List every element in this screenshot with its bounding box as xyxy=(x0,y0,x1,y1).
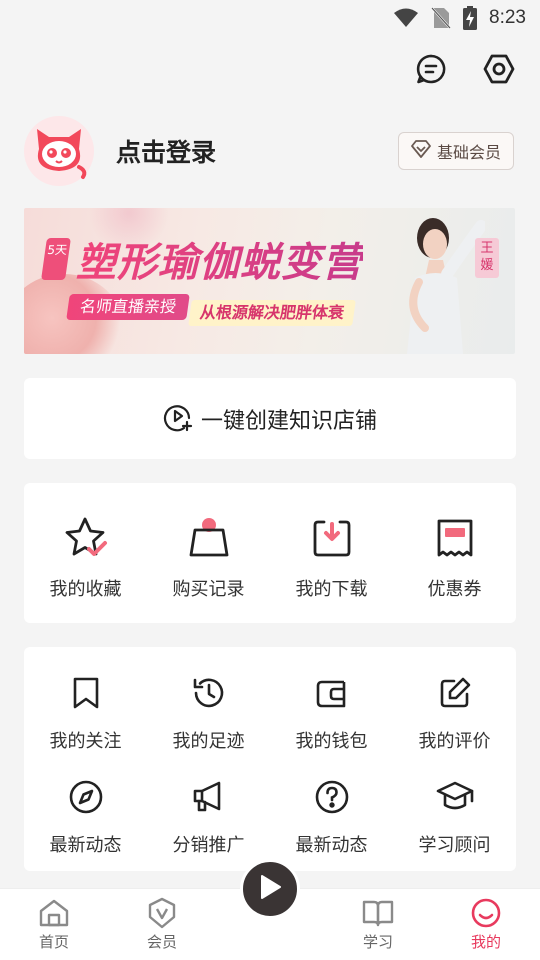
book-icon xyxy=(361,897,395,929)
no-sim-icon xyxy=(431,7,451,29)
advisor-label: 学习顾问 xyxy=(418,835,491,856)
news-entry[interactable]: 最新动态 xyxy=(24,777,147,857)
battery-charging-icon xyxy=(463,6,478,30)
wifi-icon xyxy=(393,8,419,28)
banner-headline: 塑形瑜伽蜕变营 xyxy=(76,230,363,288)
news-label-2: 最新动态 xyxy=(295,835,368,856)
home-icon xyxy=(38,897,70,929)
services-card: 我的关注 我的足迹 我的钱包 我的评价 最新动态 分销推广 最新动态 学习顾问 xyxy=(24,647,516,871)
history-icon xyxy=(191,673,227,713)
wallet-entry[interactable]: 我的钱包 xyxy=(270,673,393,753)
tab-member-label: 会员 xyxy=(146,933,177,951)
banner-tag-benefit: 从根源解决肥胖体衰 xyxy=(188,300,356,326)
member-badge[interactable]: 基础会员 xyxy=(397,132,514,170)
avatar[interactable] xyxy=(24,116,94,186)
distribution-entry[interactable]: 分销推广 xyxy=(147,777,270,857)
news-label: 最新动态 xyxy=(49,835,122,856)
play-icon xyxy=(257,873,283,905)
history-label: 我的足迹 xyxy=(172,731,245,752)
message-icon[interactable] xyxy=(412,50,450,88)
tab-study-label: 学习 xyxy=(362,933,393,951)
top-actions xyxy=(412,50,518,88)
tab-play-spacer xyxy=(216,918,324,960)
purchase-records-entry[interactable]: 购买记录 xyxy=(147,515,270,601)
downloads-label: 我的下载 xyxy=(295,579,368,600)
member-badge-label: 基础会员 xyxy=(436,143,501,162)
edit-icon xyxy=(438,673,472,713)
banner-coach-image xyxy=(407,218,485,354)
history-entry[interactable]: 我的足迹 xyxy=(147,673,270,753)
coupons-label: 优惠券 xyxy=(427,579,482,600)
profile-header: 点击登录 基础会员 xyxy=(24,116,514,186)
following-entry[interactable]: 我的关注 xyxy=(24,673,147,753)
tab-mine[interactable]: 我的 xyxy=(432,897,540,960)
graduation-cap-icon xyxy=(436,777,474,817)
create-store-button[interactable]: 一键创建知识店铺 xyxy=(24,378,516,459)
diamond-icon xyxy=(411,140,431,162)
news-entry-2[interactable]: 最新动态 xyxy=(270,777,393,857)
play-button[interactable] xyxy=(240,859,300,919)
bookmark-icon xyxy=(70,673,102,713)
star-icon xyxy=(63,515,109,561)
coupon-icon xyxy=(434,515,476,561)
tab-study[interactable]: 学习 xyxy=(324,897,432,960)
wallet-label: 我的钱包 xyxy=(295,731,368,752)
play-add-icon xyxy=(163,402,193,436)
purchase-records-label: 购买记录 xyxy=(172,579,245,600)
smile-icon xyxy=(470,897,502,929)
help-icon xyxy=(314,777,350,817)
distribution-label: 分销推广 xyxy=(172,835,245,856)
downloads-entry[interactable]: 我的下载 xyxy=(270,515,393,601)
wallet-icon xyxy=(314,673,350,713)
tab-member[interactable]: 会员 xyxy=(108,897,216,960)
favorites-label: 我的收藏 xyxy=(49,579,122,600)
status-time: 8:23 xyxy=(489,7,526,28)
compass-icon xyxy=(68,777,104,817)
advisor-entry[interactable]: 学习顾问 xyxy=(393,777,516,857)
status-bar: 8:23 xyxy=(0,0,540,36)
login-link[interactable]: 点击登录 xyxy=(116,133,398,169)
following-label: 我的关注 xyxy=(49,731,122,752)
banner-tag-live: 名师直播亲授 xyxy=(66,294,190,320)
reviews-entry[interactable]: 我的评价 xyxy=(393,673,516,753)
coupons-entry[interactable]: 优惠券 xyxy=(393,515,516,601)
tab-mine-label: 我的 xyxy=(470,933,501,951)
banner-coach-name: 王媛 xyxy=(475,238,499,278)
reviews-label: 我的评价 xyxy=(418,731,491,752)
vip-shield-icon xyxy=(146,897,178,929)
settings-icon[interactable] xyxy=(480,50,518,88)
shopping-bag-icon xyxy=(187,515,231,561)
promo-banner[interactable]: 5天 塑形瑜伽蜕变营 名师直播亲授 从根源解决肥胖体衰 王媛 xyxy=(24,208,515,354)
assets-card: 我的收藏 购买记录 我的下载 优惠券 xyxy=(24,483,516,623)
tab-home[interactable]: 首页 xyxy=(0,897,108,960)
create-store-label: 一键创建知识店铺 xyxy=(200,408,377,434)
megaphone-icon xyxy=(191,777,227,817)
tab-home-label: 首页 xyxy=(38,933,69,951)
download-icon xyxy=(310,515,354,561)
favorites-entry[interactable]: 我的收藏 xyxy=(24,515,147,601)
bottom-tab-bar: 首页 会员 学习 我的 xyxy=(0,859,540,960)
